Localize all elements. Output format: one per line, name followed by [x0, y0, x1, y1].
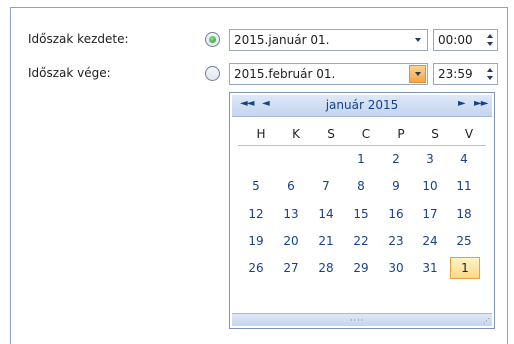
- day-cell[interactable]: 11: [449, 175, 479, 197]
- calendar-header: ◄◄ ◄ január 2015 ► ►►: [232, 95, 492, 117]
- day-cell[interactable]: 22: [346, 230, 376, 252]
- day-cell[interactable]: 31: [415, 257, 445, 279]
- weekday-label: K: [292, 127, 300, 141]
- day-cell[interactable]: 27: [276, 257, 306, 279]
- chevron-down-icon: [414, 38, 421, 42]
- day-cell[interactable]: 2: [381, 148, 411, 170]
- chevron-down-icon: [414, 72, 421, 76]
- day-cell[interactable]: 13: [276, 203, 306, 225]
- start-time-value: 00:00: [438, 33, 473, 47]
- end-date-combo[interactable]: 2015.február 01.: [229, 63, 428, 85]
- start-date-value: 2015.január 01.: [234, 33, 330, 47]
- resize-corner-icon[interactable]: ⋰: [483, 317, 490, 325]
- day-cell[interactable]: 8: [346, 175, 376, 197]
- day-cell[interactable]: 5: [241, 175, 271, 197]
- day-cell[interactable]: 20: [276, 230, 306, 252]
- spin-down-icon[interactable]: [487, 76, 493, 80]
- weekday-label: H: [256, 127, 266, 141]
- spin-down-icon[interactable]: [487, 42, 493, 46]
- weekday-label: P: [397, 127, 405, 141]
- end-date-value: 2015.február 01.: [234, 67, 336, 81]
- weekday-label: C: [361, 127, 371, 141]
- end-date-dropdown-button[interactable]: [409, 65, 426, 83]
- day-cell[interactable]: 12: [241, 203, 271, 225]
- day-cell[interactable]: 10: [415, 175, 445, 197]
- day-cell-selected[interactable]: 1: [450, 257, 480, 279]
- day-cell[interactable]: 4: [449, 148, 479, 170]
- day-cell[interactable]: 23: [381, 230, 411, 252]
- day-cell[interactable]: 26: [241, 257, 271, 279]
- spin-up-icon[interactable]: [487, 68, 493, 72]
- day-cell[interactable]: 7: [311, 175, 341, 197]
- end-time-spinner[interactable]: 23:59: [433, 63, 498, 85]
- weekday-header-row: H K S C P S V: [230, 127, 496, 143]
- day-cell[interactable]: 6: [276, 175, 306, 197]
- calendar-footer: ···· ⋰: [232, 313, 492, 326]
- day-cell[interactable]: 21: [311, 230, 341, 252]
- calendar-dropdown: ◄◄ ◄ január 2015 ► ►► H K S C P S V 1 2 …: [229, 92, 495, 329]
- day-cell[interactable]: 19: [241, 230, 271, 252]
- day-cell[interactable]: 9: [381, 175, 411, 197]
- weekday-label: S: [327, 127, 335, 141]
- weekday-label: V: [464, 127, 474, 141]
- start-time-spin-buttons[interactable]: [485, 32, 495, 48]
- day-cell[interactable]: 28: [311, 257, 341, 279]
- resize-grip-dots[interactable]: ····: [350, 316, 364, 325]
- day-cell[interactable]: 16: [381, 203, 411, 225]
- day-cell[interactable]: 25: [449, 230, 479, 252]
- end-radio[interactable]: [205, 66, 220, 81]
- weekday-divider: [238, 145, 486, 146]
- end-time-spin-buttons[interactable]: [485, 66, 495, 82]
- day-cell[interactable]: 15: [346, 203, 376, 225]
- day-cell[interactable]: 24: [415, 230, 445, 252]
- start-date-combo[interactable]: 2015.január 01.: [229, 29, 428, 51]
- weekday-label: S: [431, 127, 439, 141]
- start-radio[interactable]: [205, 32, 220, 47]
- day-cell[interactable]: 18: [449, 203, 479, 225]
- calendar-month-title[interactable]: január 2015: [232, 98, 492, 112]
- next-month-button[interactable]: ►: [458, 98, 466, 109]
- day-cell[interactable]: 1: [346, 148, 376, 170]
- day-cell[interactable]: 14: [311, 203, 341, 225]
- day-cell[interactable]: 3: [415, 148, 445, 170]
- spin-up-icon[interactable]: [487, 34, 493, 38]
- end-label: Időszak vége:: [28, 66, 111, 80]
- day-cell[interactable]: 17: [415, 203, 445, 225]
- day-cell[interactable]: 30: [381, 257, 411, 279]
- end-time-value: 23:59: [438, 67, 473, 81]
- day-cell[interactable]: 29: [346, 257, 376, 279]
- start-time-spinner[interactable]: 00:00: [433, 29, 498, 51]
- next-year-button[interactable]: ►►: [474, 98, 488, 109]
- radio-selected-dot: [209, 36, 216, 43]
- start-date-dropdown-button[interactable]: [409, 31, 426, 49]
- start-label: Időszak kezdete:: [28, 32, 129, 46]
